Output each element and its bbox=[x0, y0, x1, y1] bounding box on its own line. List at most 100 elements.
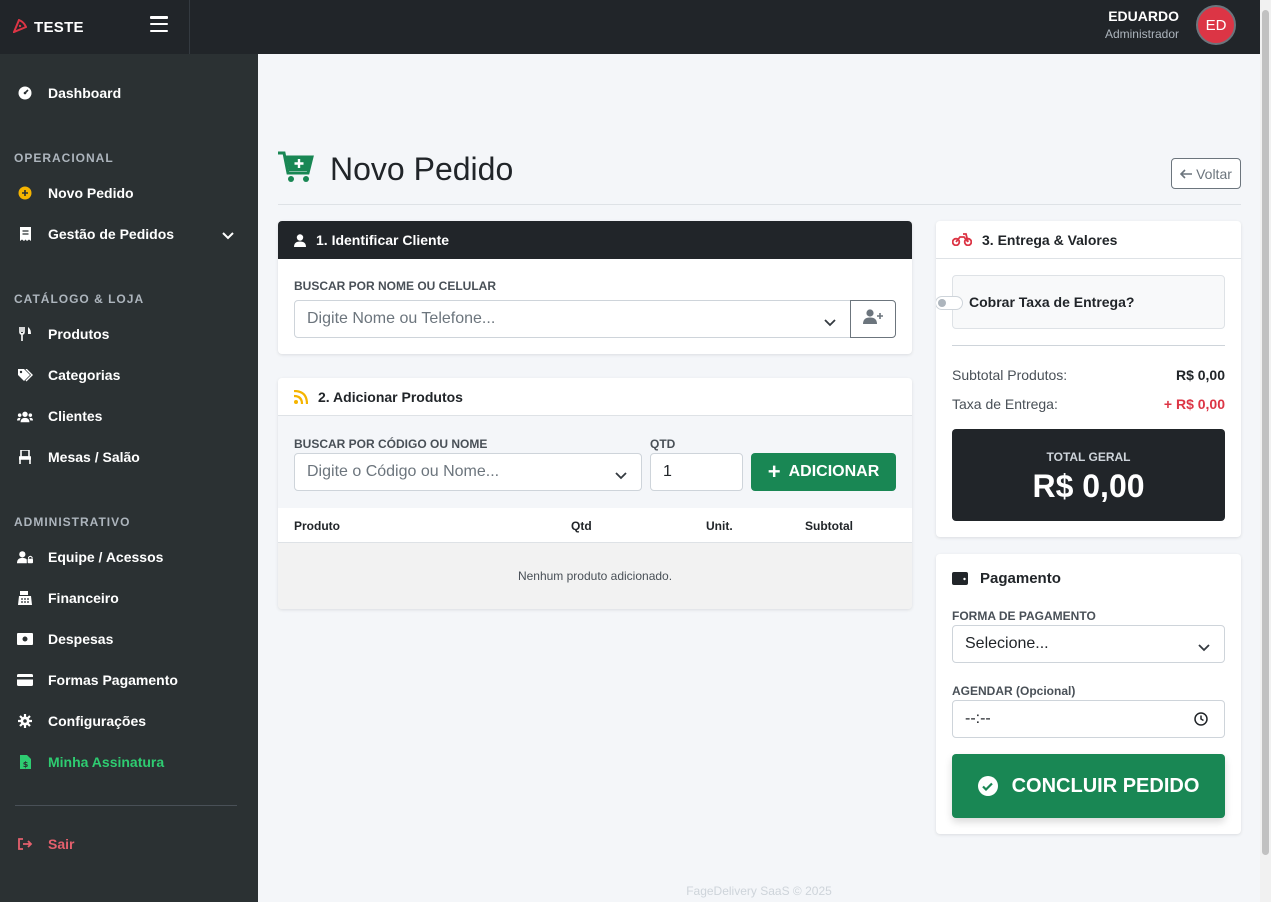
user-info[interactable]: EDUARDO Administrador bbox=[1105, 8, 1179, 41]
sidebar-item-equipe[interactable]: Equipe / Acessos bbox=[0, 542, 258, 572]
entrega-card-header: 3. Entrega & Valores bbox=[936, 221, 1241, 259]
brand-name: TESTE bbox=[34, 18, 84, 36]
user-lock-icon bbox=[17, 549, 33, 565]
sidebar-item-gestao-pedidos[interactable]: Gestão de Pedidos bbox=[0, 219, 258, 249]
arrow-left-icon bbox=[1180, 168, 1193, 179]
page-header: Novo Pedido bbox=[278, 151, 513, 188]
sidebar-item-categorias[interactable]: Categorias bbox=[0, 360, 258, 390]
sidebar-item-configuracoes[interactable]: Configurações bbox=[0, 706, 258, 736]
total-label: TOTAL GERAL bbox=[1046, 450, 1131, 464]
cliente-card: 1. Identificar Cliente BUSCAR POR NOME O… bbox=[278, 221, 912, 354]
cliente-card-header: 1. Identificar Cliente bbox=[278, 221, 912, 259]
agendar-label: AGENDAR (Opcional) bbox=[952, 684, 1076, 698]
subtotal-label: Subtotal Produtos: bbox=[952, 367, 1068, 383]
sidebar-item-dashboard[interactable]: Dashboard bbox=[0, 78, 258, 108]
sidebar-item-clientes[interactable]: Clientes bbox=[0, 401, 258, 431]
forma-pagamento-select[interactable]: Selecione... bbox=[952, 625, 1225, 663]
check-circle-icon bbox=[977, 776, 998, 796]
empty-table-message: Nenhum produto adicionado. bbox=[278, 543, 912, 609]
delivery-fee-toggle-box: Cobrar Taxa de Entrega? bbox=[936, 275, 1225, 329]
chair-icon bbox=[17, 449, 33, 465]
sidebar-item-assinatura[interactable]: $ Minha Assinatura bbox=[0, 747, 258, 777]
taxa-row: Taxa de Entrega: + R$ 0,00 bbox=[952, 396, 1225, 412]
clock-icon[interactable] bbox=[1194, 712, 1208, 731]
sidebar-item-label: Categorias bbox=[48, 367, 121, 383]
svg-text:$: $ bbox=[22, 760, 28, 769]
sidebar-item-label: Dashboard bbox=[48, 85, 122, 101]
add-client-button[interactable] bbox=[850, 300, 896, 338]
motorcycle-icon bbox=[952, 233, 972, 246]
back-button-label: Voltar bbox=[1196, 165, 1232, 182]
top-navbar: TESTE EDUARDO Administrador ED bbox=[0, 0, 1271, 54]
wallet-icon bbox=[952, 572, 968, 585]
plus-icon: + bbox=[767, 459, 781, 484]
credit-card-icon bbox=[17, 672, 33, 688]
agendar-time-input[interactable]: --:-- bbox=[952, 700, 1225, 738]
total-box: TOTAL GERAL R$ 0,00 bbox=[952, 429, 1225, 521]
qty-label: QTD bbox=[650, 437, 676, 451]
tags-icon bbox=[17, 367, 33, 383]
utensils-icon bbox=[17, 326, 33, 342]
sidebar-item-despesas[interactable]: Despesas bbox=[0, 624, 258, 654]
sidebar-item-label: Financeiro bbox=[48, 590, 119, 606]
products-table-header: Produto Qtd Unit. Subtotal bbox=[278, 508, 912, 543]
user-role: Administrador bbox=[1104, 27, 1179, 41]
user-icon bbox=[294, 233, 306, 247]
pizza-logo-icon bbox=[12, 18, 28, 36]
sidebar-item-novo-pedido[interactable]: Novo Pedido bbox=[0, 178, 258, 208]
sidebar-section-operacional: OPERACIONAL bbox=[14, 151, 114, 165]
delivery-fee-switch[interactable] bbox=[936, 296, 963, 310]
agendar-time-value: --:-- bbox=[965, 710, 991, 727]
qty-input[interactable]: 1 bbox=[650, 453, 743, 491]
delivery-fee-label: Cobrar Taxa de Entrega? bbox=[969, 294, 1135, 310]
forma-pagamento-label: FORMA DE PAGAMENTO bbox=[952, 609, 1096, 623]
pagamento-card: Pagamento FORMA DE PAGAMENTO Selecione..… bbox=[936, 554, 1241, 834]
column-header: Produto bbox=[294, 519, 340, 533]
back-button[interactable]: Voltar bbox=[1171, 158, 1241, 189]
sidebar: Dashboard OPERACIONAL Novo Pedido Gestão… bbox=[0, 54, 258, 902]
taxa-value: + R$ 0,00 bbox=[1163, 396, 1225, 412]
taxa-label: Taxa de Entrega: bbox=[952, 396, 1058, 412]
produto-search-select[interactable]: Digite o Código ou Nome... bbox=[294, 453, 642, 491]
chevron-down-icon bbox=[1198, 639, 1210, 657]
cliente-card-title: 1. Identificar Cliente bbox=[316, 232, 450, 248]
produto-search-placeholder: Digite o Código ou Nome... bbox=[307, 463, 500, 480]
page-scrollbar[interactable] bbox=[1260, 0, 1271, 902]
concluir-pedido-button[interactable]: CONCLUIR PEDIDO bbox=[952, 754, 1225, 818]
avatar[interactable]: ED bbox=[1196, 5, 1236, 45]
produtos-card-header: 2. Adicionar Produtos bbox=[278, 378, 912, 416]
sign-out-icon bbox=[17, 836, 33, 852]
concluir-pedido-label: CONCLUIR PEDIDO bbox=[1011, 774, 1200, 797]
sidebar-item-mesas[interactable]: Mesas / Salão bbox=[0, 442, 258, 472]
sidebar-item-label: Mesas / Salão bbox=[48, 449, 140, 465]
main-content: Novo Pedido Voltar 1. Identificar Client… bbox=[258, 54, 1260, 902]
entrega-card-title: 3. Entrega & Valores bbox=[982, 231, 1118, 248]
user-name: EDUARDO bbox=[1108, 8, 1179, 24]
cliente-search-select[interactable]: Digite Nome ou Telefone... bbox=[294, 300, 851, 338]
menu-toggle-icon[interactable] bbox=[150, 16, 168, 32]
chevron-down-icon bbox=[824, 314, 836, 332]
page-title: Novo Pedido bbox=[330, 151, 514, 187]
chevron-down-icon bbox=[615, 467, 627, 485]
sidebar-section-admin: ADMINISTRATIVO bbox=[14, 515, 131, 529]
forma-pagamento-value: Selecione... bbox=[965, 635, 1049, 652]
sidebar-item-financeiro[interactable]: Financeiro bbox=[0, 583, 258, 613]
add-product-button-label: ADICIONAR bbox=[788, 463, 880, 480]
sidebar-item-label: Configurações bbox=[48, 713, 147, 729]
users-icon bbox=[17, 408, 33, 424]
subtotal-value: R$ 0,00 bbox=[1175, 367, 1225, 383]
sidebar-item-label: Despesas bbox=[48, 631, 114, 647]
sidebar-item-sair[interactable]: Sair bbox=[0, 829, 258, 859]
sidebar-item-formas-pagamento[interactable]: Formas Pagamento bbox=[0, 665, 258, 695]
sidebar-item-label: Sair bbox=[48, 836, 75, 852]
chevron-down-icon bbox=[222, 227, 234, 243]
add-product-button[interactable]: + ADICIONAR bbox=[751, 453, 896, 491]
file-invoice-dollar-icon: $ bbox=[17, 754, 33, 770]
gear-icon bbox=[17, 713, 33, 729]
sidebar-item-label: Novo Pedido bbox=[48, 185, 134, 201]
user-plus-icon bbox=[863, 309, 883, 329]
sidebar-item-produtos[interactable]: Produtos bbox=[0, 319, 258, 349]
pagamento-card-header: Pagamento bbox=[952, 570, 1061, 587]
produtos-card: 2. Adicionar Produtos BUSCAR POR CÓDIGO … bbox=[278, 378, 912, 609]
cash-register-icon bbox=[17, 590, 33, 606]
